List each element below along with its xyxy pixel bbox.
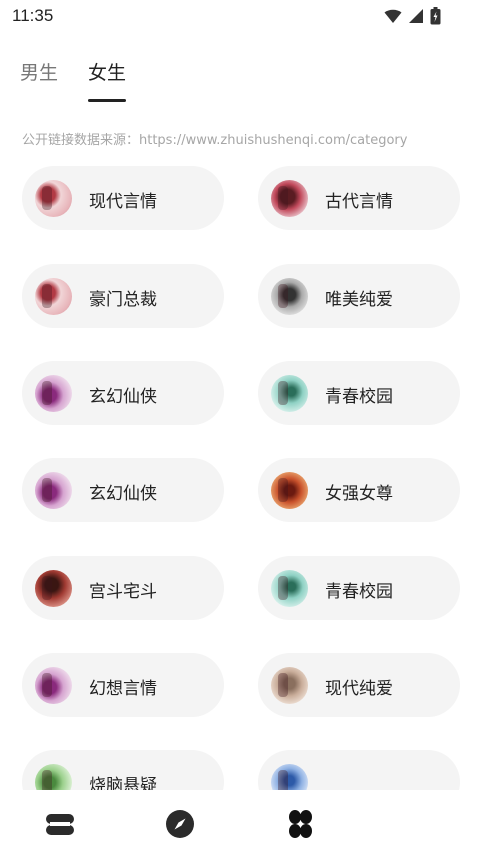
category-cover-icon — [35, 667, 72, 704]
category-card[interactable]: 幻想言情 — [22, 653, 224, 717]
category-label: 豪门总裁 — [89, 290, 157, 310]
category-label: 青春校园 — [325, 582, 393, 602]
category-cover-icon — [35, 180, 72, 217]
status-time: 11:35 — [12, 6, 54, 25]
category-card[interactable]: 女强女尊 — [258, 458, 460, 522]
nav-bookshelf[interactable] — [44, 808, 76, 840]
category-card[interactable]: 现代言情 — [22, 166, 224, 230]
category-label: 幻想言情 — [89, 679, 157, 699]
category-cover-icon — [271, 180, 308, 217]
category-label: 女强女尊 — [325, 484, 393, 504]
status-icons — [384, 7, 441, 25]
category-cover-icon — [35, 472, 72, 509]
compass-icon — [166, 810, 194, 838]
category-label: 青春校园 — [325, 387, 393, 407]
wifi-icon — [384, 9, 402, 23]
category-label: 玄幻仙侠 — [89, 387, 157, 407]
tab-male[interactable]: 男生 — [20, 58, 58, 85]
category-icon — [289, 810, 312, 838]
category-cover-icon — [271, 667, 308, 704]
nav-discover[interactable] — [164, 808, 196, 840]
category-cover-icon — [271, 375, 308, 412]
data-source-text: 公开链接数据来源：https://www.zhuishushenqi.com/c… — [22, 133, 408, 148]
category-card[interactable]: 青春校园 — [258, 556, 460, 620]
category-label: 宫斗宅斗 — [89, 582, 157, 602]
category-label: 现代纯爱 — [325, 679, 393, 699]
category-cover-icon — [35, 570, 72, 607]
category-cover-icon — [271, 472, 308, 509]
status-bar: 11:35 — [0, 0, 481, 34]
category-card[interactable]: 豪门总裁 — [22, 264, 224, 328]
category-card[interactable]: 玄幻仙侠 — [22, 458, 224, 522]
bottom-navigation — [0, 790, 481, 855]
nav-category[interactable] — [284, 808, 316, 840]
category-cover-icon — [271, 278, 308, 315]
bookshelf-icon — [46, 814, 74, 835]
active-tab-indicator — [88, 99, 126, 102]
category-label: 古代言情 — [325, 192, 393, 212]
category-card[interactable]: 宫斗宅斗 — [22, 556, 224, 620]
category-card[interactable]: 古代言情 — [258, 166, 460, 230]
category-cover-icon — [271, 570, 308, 607]
category-card[interactable]: 玄幻仙侠 — [22, 361, 224, 425]
category-label: 唯美纯爱 — [325, 290, 393, 310]
category-card[interactable]: 青春校园 — [258, 361, 460, 425]
category-card[interactable]: 唯美纯爱 — [258, 264, 460, 328]
category-card[interactable]: 现代纯爱 — [258, 653, 460, 717]
category-label: 玄幻仙侠 — [89, 484, 157, 504]
battery-icon — [430, 7, 441, 25]
tab-female[interactable]: 女生 — [88, 58, 126, 85]
category-label: 现代言情 — [89, 192, 157, 212]
category-cover-icon — [35, 278, 72, 315]
signal-icon — [409, 9, 423, 23]
category-cover-icon — [35, 375, 72, 412]
gender-tabs: 男生 女生 — [0, 48, 481, 104]
